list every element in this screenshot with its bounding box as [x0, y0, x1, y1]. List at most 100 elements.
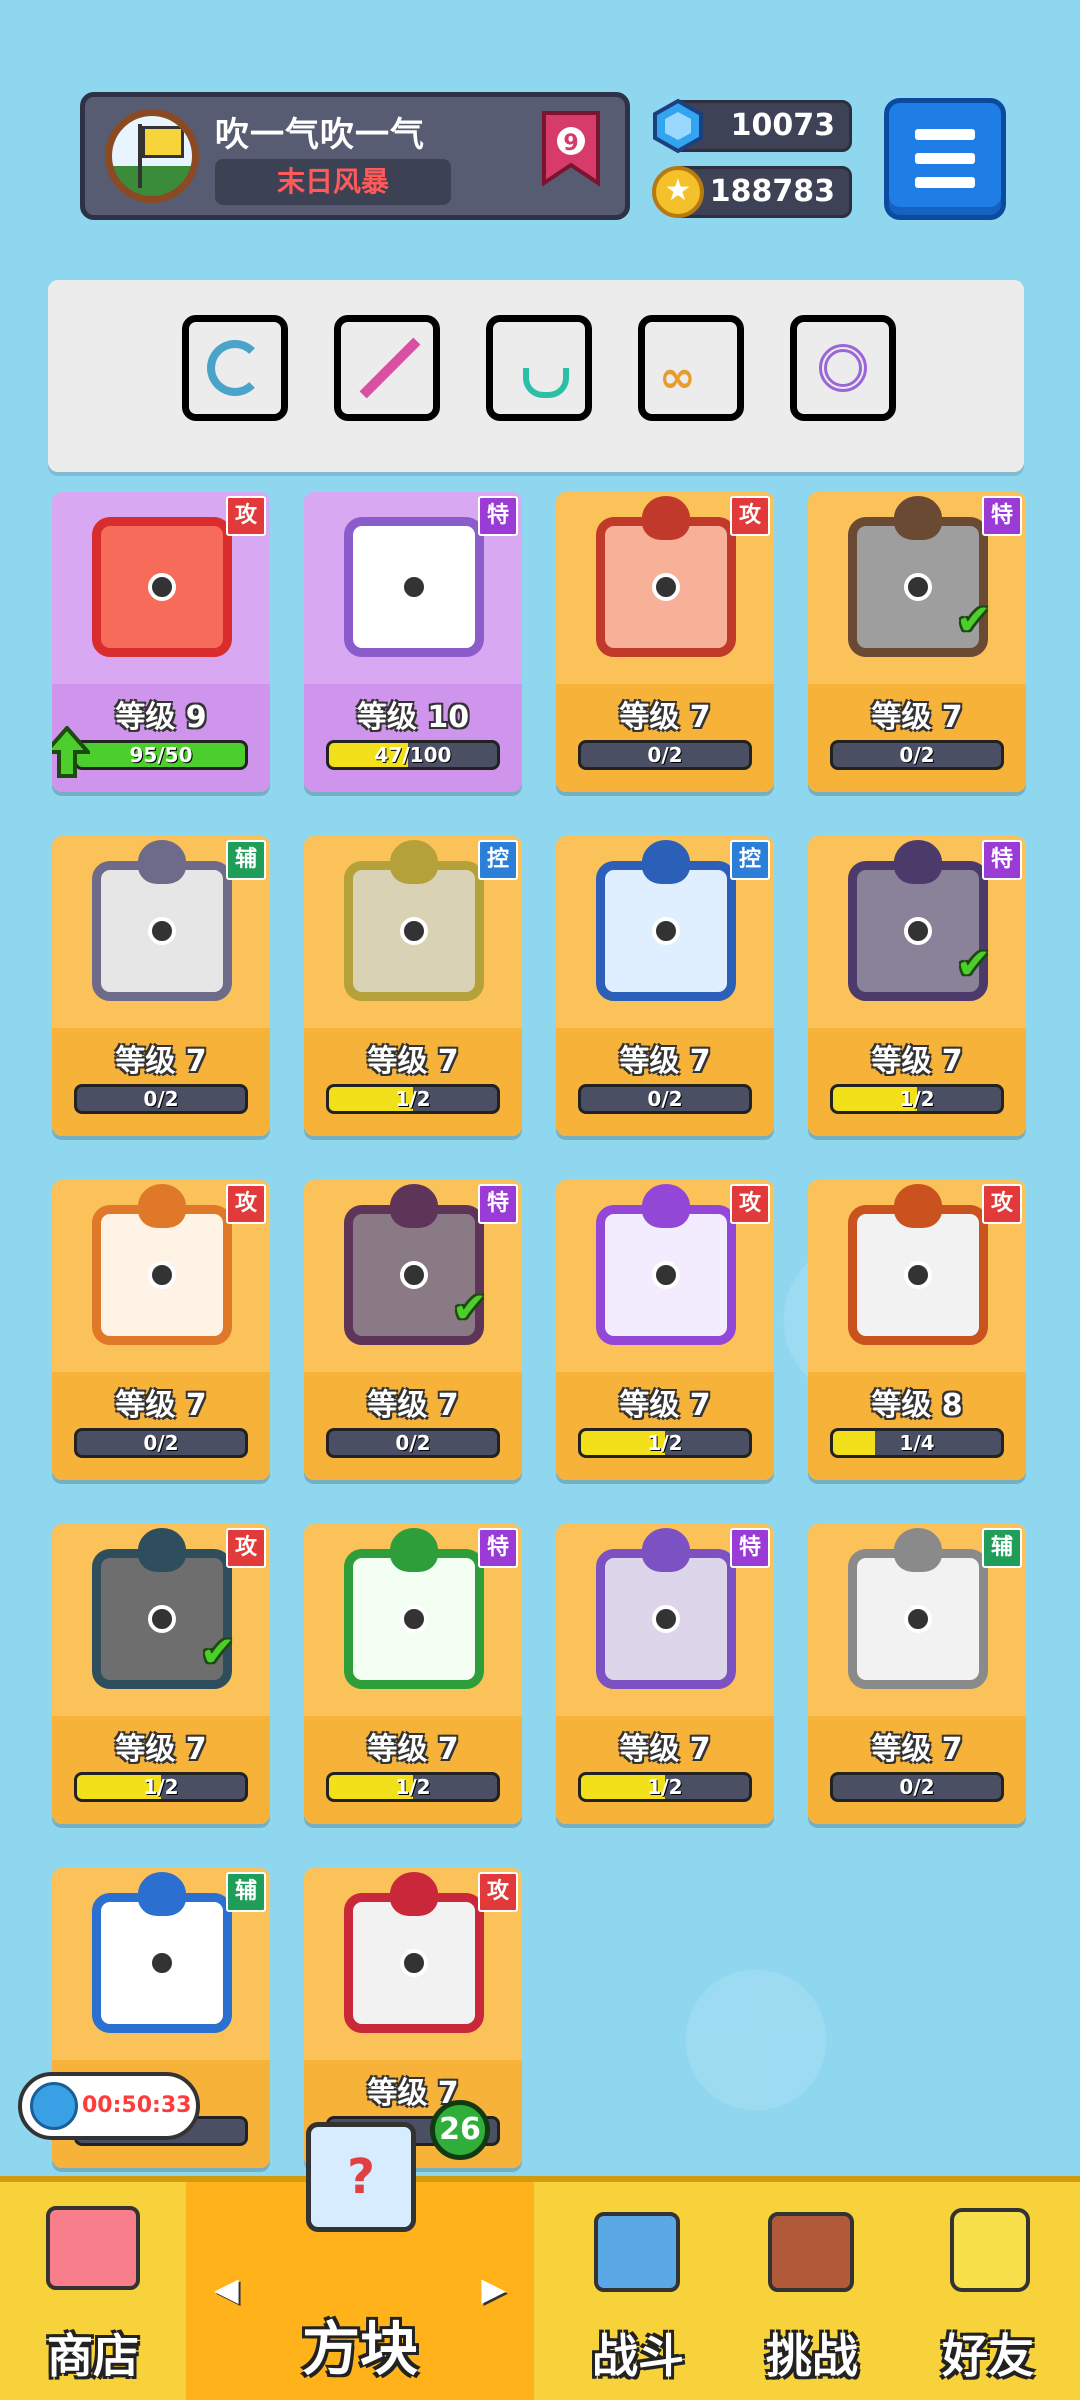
dice-card-fire-dice[interactable]: 攻等级 9 95/50	[52, 492, 270, 792]
deck-slot-2[interactable]	[334, 315, 440, 421]
dice-progress-bar: 1/2	[326, 1772, 500, 1802]
deck-slot-4[interactable]: ∞	[638, 315, 744, 421]
mist-dice-icon	[596, 1528, 736, 1689]
dice-card-crusher-dice[interactable]: 辅等级 7 0/2	[52, 836, 270, 1136]
dragon-crest-icon	[138, 1184, 186, 1228]
menu-button[interactable]	[884, 98, 1006, 220]
dice-card-wind-dice[interactable]: 特等级 7 1/2	[304, 1524, 522, 1824]
dice-progress-text: 0/2	[395, 1431, 431, 1455]
vortex-dice-icon	[819, 344, 867, 392]
dice-card-gun-dice[interactable]: 攻等级 8 1/4	[808, 1180, 1026, 1480]
dice-type-tag: 特	[478, 1184, 518, 1224]
dice-type-tag: 特	[478, 496, 518, 536]
dice-progress-bar: 0/2	[74, 1428, 248, 1458]
dice-card-art: 攻	[808, 1180, 1026, 1372]
dice-card-time-dice[interactable]: 辅等级 7 0/2	[808, 1524, 1026, 1824]
dice-pip-icon	[148, 1605, 176, 1633]
player-profile-panel[interactable]: 吹一气吹一气 末日风暴 9	[80, 92, 630, 220]
nav-battle[interactable]: 战斗	[548, 2182, 728, 2400]
dragon-crest-icon	[894, 840, 942, 884]
dice-pip-icon	[148, 573, 176, 601]
dragon-crest-icon	[390, 1528, 438, 1572]
nav-shop[interactable]: 商店	[0, 2182, 186, 2400]
dice-pip-icon	[904, 917, 932, 945]
dice-card-info: 等级 7 0/2	[556, 684, 774, 792]
dice-progress-bar: 1/4	[830, 1428, 1004, 1458]
dice-progress-bar: 0/2	[578, 740, 752, 770]
dragon-crest-icon	[894, 1528, 942, 1572]
rank-badge[interactable]: 9	[540, 109, 602, 189]
dice-type-tag: 攻	[226, 1528, 266, 1568]
shatter-dice-icon	[344, 517, 484, 657]
dice-card-shadow-dice[interactable]: 特 ✔ 等级 7 1/2	[808, 836, 1026, 1136]
shop-icon	[46, 2206, 140, 2290]
dice-progress-bar: 0/2	[74, 1084, 248, 1114]
dragon-crest-icon	[390, 1872, 438, 1916]
dice-level: 等级 7	[871, 700, 963, 735]
dice-progress-text: 0/2	[143, 1431, 179, 1455]
dice-level: 等级 7	[367, 2076, 459, 2111]
dice-card-info: 等级 7 1/2	[52, 1716, 270, 1824]
dice-card-info: 等级 9 95/50	[52, 684, 270, 792]
dice-type-tag: 攻	[730, 1184, 770, 1224]
nav-battle-label: 战斗	[592, 2329, 684, 2383]
nav-challenge[interactable]: 挑战	[722, 2182, 902, 2400]
dice-progress-text: 1/2	[143, 1775, 179, 1799]
deck-slot-5[interactable]	[790, 315, 896, 421]
nav-dice[interactable]: ◀ ? ▶ 方块	[186, 2122, 534, 2400]
nav-friends-label: 好友	[942, 2329, 1034, 2383]
dice-card-orbit-dice[interactable]: 攻等级 7 1/2	[556, 1180, 774, 1480]
dice-card-flame-star-dice[interactable]: 攻等级 7 0/2	[556, 492, 774, 792]
gun-dice-icon	[848, 1184, 988, 1345]
dice-pip-icon	[652, 573, 680, 601]
dice-card-target-dice[interactable]: 控等级 7 1/2	[304, 836, 522, 1136]
dice-card-mist-dice[interactable]: 特等级 7 1/2	[556, 1524, 774, 1824]
dragon-crest-icon	[642, 496, 690, 540]
dice-card-black-hole-dice[interactable]: 攻 ✔ 等级 7 1/2	[52, 1524, 270, 1824]
dice-card-info: 等级 7 1/2	[304, 1716, 522, 1824]
dice-progress-bar: 0/2	[830, 1772, 1004, 1802]
dice-card-art: 控	[304, 836, 522, 1028]
dice-progress-bar: 0/2	[326, 1428, 500, 1458]
dice-progress-bar: 1/2	[830, 1084, 1004, 1114]
dice-pip-icon	[904, 1261, 932, 1289]
upgrade-arrow-icon[interactable]	[52, 724, 93, 778]
dice-card-shatter-dice[interactable]: 特等级 10 47/100	[304, 492, 522, 792]
dragon-crest-icon	[894, 1184, 942, 1228]
nav-shop-label: 商店	[47, 2329, 139, 2383]
dragon-crest-icon	[642, 1184, 690, 1228]
dice-level: 等级 7	[871, 1732, 963, 1767]
dice-pip-icon	[400, 1605, 428, 1633]
infinity-dice-icon: ∞	[659, 352, 696, 403]
dice-card-art: 攻	[556, 492, 774, 684]
dice-card-ice-dice[interactable]: 控等级 7 0/2	[556, 836, 774, 1136]
deck-slot-3[interactable]	[486, 315, 592, 421]
equipped-check-icon: ✔	[956, 595, 992, 644]
nav-friends[interactable]: 好友	[896, 2182, 1080, 2400]
dice-progress-bar: 0/2	[830, 740, 1004, 770]
dice-card-info: 等级 10 47/100	[304, 684, 522, 792]
dice-progress-bar: 95/50	[74, 740, 248, 770]
dice-type-tag: 攻	[982, 1184, 1022, 1224]
dice-card-info: 等级 7 1/2	[556, 1372, 774, 1480]
dice-progress-bar: 1/2	[326, 1084, 500, 1114]
dice-card-blaze-dice[interactable]: 攻等级 7 0/2	[52, 1180, 270, 1480]
equipped-check-icon: ✔	[452, 1283, 488, 1332]
event-timer[interactable]: 00:50:33	[18, 2072, 200, 2140]
dice-progress-text: 0/2	[899, 743, 935, 767]
dice-level: 等级 7	[367, 1732, 459, 1767]
dice-card-art: 特	[304, 1524, 522, 1716]
player-avatar[interactable]	[105, 109, 199, 203]
dice-card-cross-dice[interactable]: 特 ✔ 等级 7 0/2	[304, 1180, 522, 1480]
dice-pip-icon	[652, 917, 680, 945]
saw-dice-icon	[344, 1872, 484, 2033]
dice-progress-text: 1/2	[647, 1431, 683, 1455]
target-dice-icon	[344, 840, 484, 1001]
coin-icon: ★	[652, 166, 704, 218]
dice-card-infinity-dice[interactable]: 特 ✔ 等级 7 0/2	[808, 492, 1026, 792]
deck-slot-1[interactable]	[182, 315, 288, 421]
dice-type-tag: 控	[478, 840, 518, 880]
bottom-navigation: 商店 ◀ ? ▶ 方块 战斗 挑战 好友	[0, 2122, 1080, 2400]
crusher-dice-icon	[92, 840, 232, 1001]
sword-dice-icon	[359, 337, 421, 399]
